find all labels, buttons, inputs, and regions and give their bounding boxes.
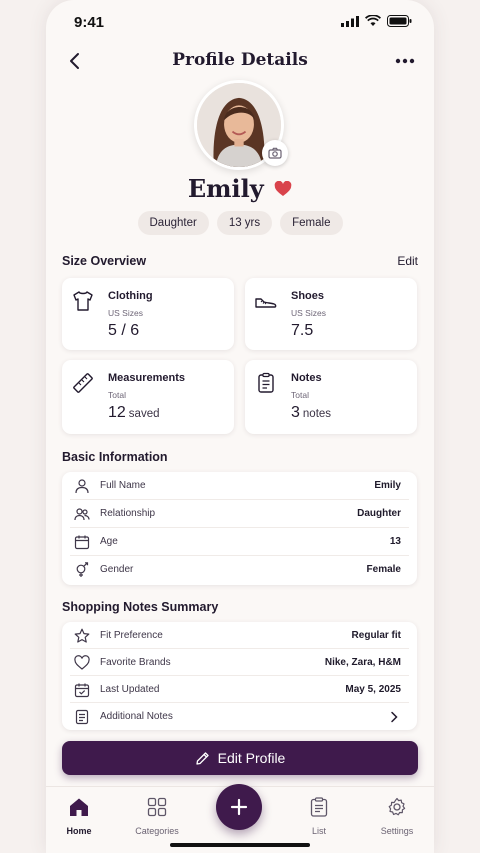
phone-screen: 9:41 Profile Details Emily Daughter 13 y… — [46, 0, 434, 853]
tile-title: Measurements — [108, 372, 186, 384]
gear-icon — [388, 797, 406, 816]
tab-settings[interactable]: Settings — [364, 797, 430, 836]
row-label: Relationship — [100, 508, 156, 519]
fit-preference-row[interactable]: Fit Preference Regular fit — [70, 622, 409, 649]
tab-list[interactable]: List — [286, 797, 352, 836]
nav-bar: Profile Details — [46, 46, 434, 76]
row-label: Last Updated — [100, 684, 160, 695]
profile-avatar-container — [194, 80, 288, 170]
row-label: Age — [100, 536, 118, 547]
row-value: Regular fit — [351, 630, 401, 641]
row-label: Gender — [100, 564, 134, 575]
tab-label: List — [311, 826, 326, 836]
page-title: Profile Details — [172, 50, 308, 70]
home-indicator — [170, 843, 310, 847]
favorite-brands-row[interactable]: Favorite Brands Nike, Zara, H&M — [70, 649, 409, 676]
full-name-row[interactable]: Full Name Emily — [70, 472, 409, 500]
shoe-icon — [255, 298, 277, 308]
status-icons — [341, 15, 412, 27]
tab-label: Home — [66, 826, 92, 836]
edit-profile-button[interactable]: Edit Profile — [62, 741, 418, 775]
tile-subtitle: US Sizes — [108, 308, 143, 318]
favorite-heart-icon[interactable] — [274, 180, 292, 197]
tile-unit: saved — [128, 408, 160, 420]
row-label: Favorite Brands — [100, 657, 171, 668]
tab-label: Categories — [135, 826, 179, 836]
profile-name: Emily — [187, 174, 264, 203]
age-row[interactable]: Age 13 — [70, 528, 409, 556]
tile-value: 7.5 — [291, 322, 314, 339]
tile-subtitle: Total — [108, 390, 126, 400]
shopping-notes-title: Shopping Notes Summary — [62, 600, 219, 614]
chevron-right-icon — [391, 711, 398, 723]
clothing-size-card[interactable]: Clothing US Sizes 5 / 6 — [62, 278, 234, 350]
row-value: 13 — [389, 536, 401, 547]
document-icon — [75, 709, 89, 725]
row-label: Full Name — [100, 480, 146, 491]
notes-icon — [258, 372, 274, 393]
edit-profile-label: Edit Profile — [217, 750, 286, 766]
row-label: Additional Notes — [100, 711, 173, 722]
shopping-notes-card: Fit Preference Regular fit Favorite Bran… — [62, 622, 417, 730]
tile-unit: notes — [302, 408, 332, 420]
row-value: Daughter — [357, 508, 401, 519]
pencil-icon — [195, 751, 209, 765]
tile-value: 12 saved — [108, 404, 160, 421]
relationship-row[interactable]: Relationship Daughter — [70, 500, 409, 528]
last-updated-row[interactable]: Last Updated May 5, 2025 — [70, 676, 409, 703]
tile-title: Shoes — [291, 290, 325, 302]
tab-label: Settings — [380, 826, 414, 836]
home-icon — [70, 798, 88, 816]
add-button[interactable] — [216, 784, 262, 830]
star-icon — [74, 628, 90, 643]
profile-tags: Daughter 13 yrs Female — [46, 211, 434, 235]
additional-notes-row[interactable]: Additional Notes — [70, 703, 409, 730]
gender-icon — [76, 562, 89, 577]
gender-row[interactable]: Gender Female — [70, 556, 409, 584]
size-overview-edit-link[interactable]: Edit — [397, 254, 418, 268]
row-value: Nike, Zara, H&M — [324, 657, 401, 668]
grid-icon — [147, 797, 167, 817]
measurements-card[interactable]: Measurements Total 12 saved — [62, 360, 234, 434]
tile-subtitle: US Sizes — [291, 308, 326, 318]
battery-icon — [387, 15, 412, 27]
row-value: May 5, 2025 — [345, 684, 401, 695]
ruler-icon — [73, 373, 93, 393]
person-icon — [75, 479, 89, 494]
row-value: Female — [366, 564, 401, 575]
more-options-icon[interactable] — [394, 52, 416, 70]
basic-info-title: Basic Information — [62, 450, 168, 464]
camera-icon — [268, 147, 282, 159]
calendar-icon — [74, 535, 90, 550]
age-chip: 13 yrs — [216, 211, 273, 235]
signal-icon — [341, 15, 359, 27]
tile-title: Notes — [291, 372, 322, 384]
row-label: Fit Preference — [100, 630, 163, 641]
tab-home[interactable]: Home — [46, 797, 112, 836]
calendar-check-icon — [74, 683, 90, 698]
notes-card[interactable]: Notes Total 3 notes — [245, 360, 417, 434]
shirt-icon — [73, 291, 93, 311]
plus-icon — [230, 798, 248, 816]
change-photo-button[interactable] — [262, 140, 288, 166]
tile-subtitle: Total — [291, 390, 309, 400]
shoes-size-card[interactable]: Shoes US Sizes 7.5 — [245, 278, 417, 350]
heart-outline-icon — [74, 655, 90, 670]
clipboard-icon — [310, 797, 328, 817]
status-time: 9:41 — [74, 14, 105, 31]
people-icon — [74, 508, 90, 521]
size-overview-title: Size Overview — [62, 254, 147, 268]
tile-value: 3 notes — [291, 404, 332, 421]
tab-categories[interactable]: Categories — [124, 797, 190, 836]
relationship-chip: Daughter — [137, 211, 209, 235]
profile-name-row: Emily — [46, 174, 434, 203]
basic-info-card: Full Name Emily Relationship Daughter Ag… — [62, 472, 417, 585]
wifi-icon — [365, 15, 381, 26]
tile-title: Clothing — [108, 290, 153, 302]
tile-value: 5 / 6 — [108, 322, 140, 339]
gender-chip: Female — [280, 211, 343, 235]
status-bar: 9:41 — [46, 12, 434, 34]
row-value: Emily — [374, 480, 401, 491]
